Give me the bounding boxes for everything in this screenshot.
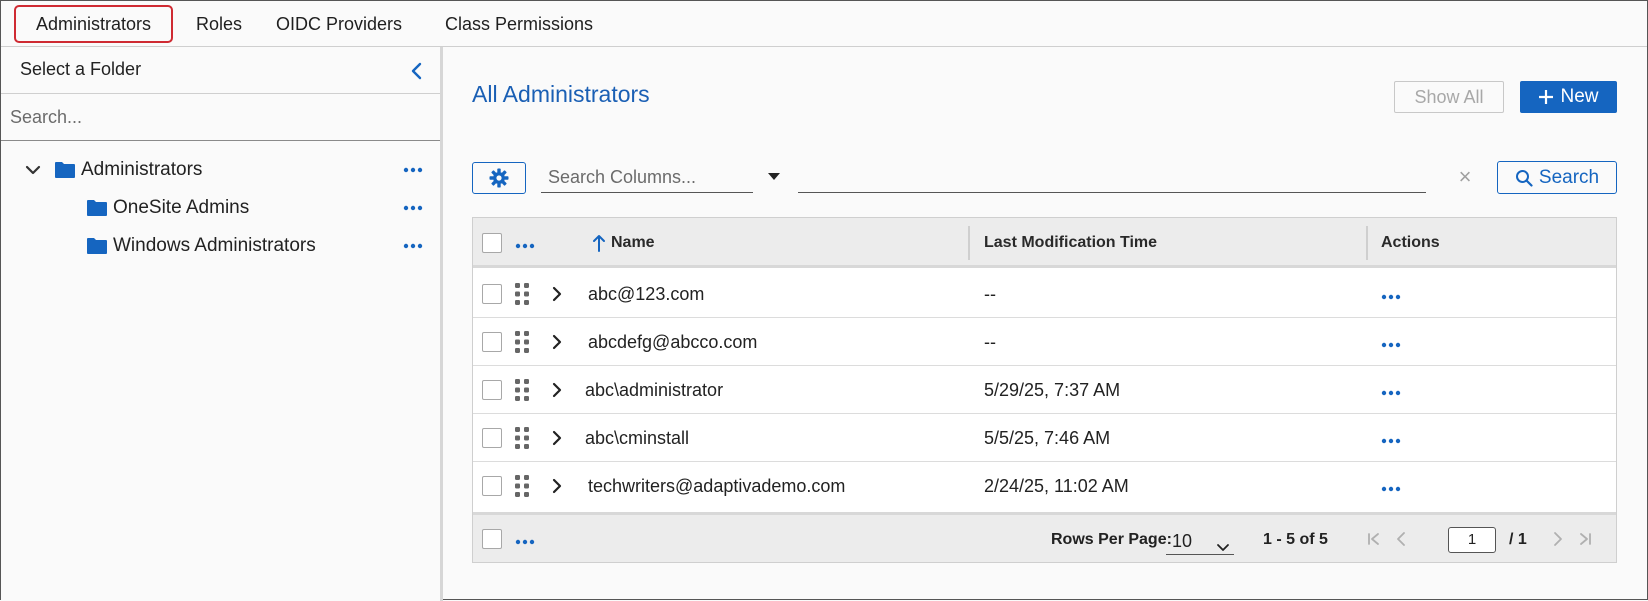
column-resizer[interactable] [968,226,970,260]
row-actions-icon[interactable] [1379,433,1403,444]
tab-class-permissions[interactable]: Class Permissions [445,5,593,43]
main-panel: All Administrators Show All New Search C… [446,47,1648,601]
show-all-button[interactable]: Show All [1394,81,1504,113]
drag-handle-icon[interactable] [515,331,529,353]
cell-modified: -- [984,284,996,304]
search-button[interactable]: Search [1497,161,1617,194]
sort-ascending-icon[interactable] [591,233,607,253]
column-header-name[interactable]: Name [611,218,655,268]
rows-per-page-label: Rows Per Page: [1051,531,1172,548]
plus-icon [1538,89,1554,105]
administrators-table: Name Last Modification Time Actions abc@… [472,217,1617,563]
collapse-sidebar-icon[interactable] [405,59,429,83]
new-button-label: New [1560,86,1599,107]
row-checkbox[interactable] [482,380,502,400]
column-header-actions: Actions [1381,234,1440,251]
folder-icon [87,199,107,217]
search-button-label: Search [1538,166,1600,188]
cell-name[interactable]: abcdefg@abcco.com [588,318,757,366]
page-title: All Administrators [472,81,650,107]
chevron-right-icon[interactable] [549,380,565,400]
rows-per-page-value: 10 [1172,531,1193,551]
gear-icon [489,168,509,188]
table-row[interactable]: techwriters@adaptivademo.com 2/24/25, 11… [473,462,1616,510]
pagination-range: 1 - 5 of 5 [1263,531,1328,548]
table-row[interactable]: abc\cminstall 5/5/25, 7:46 AM [473,414,1616,462]
column-header-last-modification-time[interactable]: Last Modification Time [984,218,1157,268]
previous-page-icon[interactable] [1393,531,1409,547]
more-options-icon[interactable] [513,238,537,249]
table-footer: Rows Per Page: 10 1 - 5 of 5 1 / 1 [473,512,1616,562]
new-button[interactable]: New [1520,81,1617,113]
tab-bar: Administrators Roles OIDC Providers Clas… [1,1,1647,47]
folder-icon [55,161,75,179]
more-options-icon[interactable] [401,196,425,220]
row-checkbox[interactable] [482,284,502,304]
table-header: Name Last Modification Time Actions [473,218,1616,268]
row-checkbox[interactable] [482,332,502,352]
tab-roles[interactable]: Roles [196,5,242,43]
cell-modified: 2/24/25, 11:02 AM [984,476,1129,496]
last-page-icon[interactable] [1577,531,1593,547]
chevron-right-icon[interactable] [549,332,565,352]
footer-checkbox[interactable] [482,529,502,549]
chevron-right-icon[interactable] [549,428,565,448]
tree-item-label: Windows Administrators [113,235,316,256]
table-row[interactable]: abcdefg@abcco.com -- [473,318,1616,366]
row-actions-icon[interactable] [1379,289,1403,300]
more-options-icon[interactable] [401,158,425,182]
cell-modified: 5/29/25, 7:37 AM [984,380,1121,400]
tree-item-windows-administrators[interactable]: Windows Administrators [87,231,316,261]
more-options-icon[interactable] [513,534,537,545]
page-number-input[interactable]: 1 [1448,527,1496,553]
chevron-down-icon[interactable] [23,160,43,180]
row-checkbox[interactable] [482,476,502,496]
caret-down-icon[interactable] [766,169,782,185]
more-options-icon[interactable] [401,234,425,258]
table-row[interactable]: abc@123.com -- [473,270,1616,318]
cell-name[interactable]: abc\administrator [585,366,723,414]
search-value-input[interactable] [798,163,1426,193]
chevron-right-icon[interactable] [549,476,565,496]
app-frame: Administrators Roles OIDC Providers Clas… [0,0,1648,601]
next-page-icon[interactable] [1550,531,1566,547]
drag-handle-icon[interactable] [515,283,529,305]
search-icon [1515,169,1533,187]
cell-modified: 5/5/25, 7:46 AM [984,428,1111,448]
folder-icon [87,237,107,255]
chevron-right-icon[interactable] [549,284,565,304]
row-checkbox[interactable] [482,428,502,448]
column-settings-button[interactable] [472,162,526,194]
total-pages: / 1 [1509,531,1527,548]
folder-sidebar: Select a Folder Administrators OneSite A… [1,47,443,601]
tab-oidc-providers[interactable]: OIDC Providers [276,5,402,43]
cell-name[interactable]: techwriters@adaptivademo.com [588,462,845,510]
clear-icon[interactable]: × [1454,164,1476,190]
select-all-checkbox[interactable] [482,233,502,253]
sidebar-heading: Select a Folder [20,59,142,79]
tree-item-label: Administrators [81,159,203,180]
drag-handle-icon[interactable] [515,427,529,449]
tree-item-onesite-admins[interactable]: OneSite Admins [87,193,249,223]
tree-item-administrators[interactable]: Administrators [23,155,202,185]
row-actions-icon[interactable] [1379,385,1403,396]
search-columns-input[interactable] [541,163,753,193]
first-page-icon[interactable] [1366,531,1382,547]
cell-name[interactable]: abc@123.com [588,270,704,318]
drag-handle-icon[interactable] [515,475,529,497]
cell-name[interactable]: abc\cminstall [585,414,689,462]
row-actions-icon[interactable] [1379,337,1403,348]
column-resizer[interactable] [1366,226,1368,260]
rows-per-page-select[interactable]: 10 [1166,527,1234,555]
cell-modified: -- [984,332,996,352]
drag-handle-icon[interactable] [515,379,529,401]
row-actions-icon[interactable] [1379,481,1403,492]
tree-item-label: OneSite Admins [113,197,250,218]
folder-search-input[interactable] [1,93,440,141]
table-row[interactable]: abc\administrator 5/29/25, 7:37 AM [473,366,1616,414]
chevron-down-icon [1216,534,1230,551]
tab-administrators[interactable]: Administrators [14,5,174,43]
